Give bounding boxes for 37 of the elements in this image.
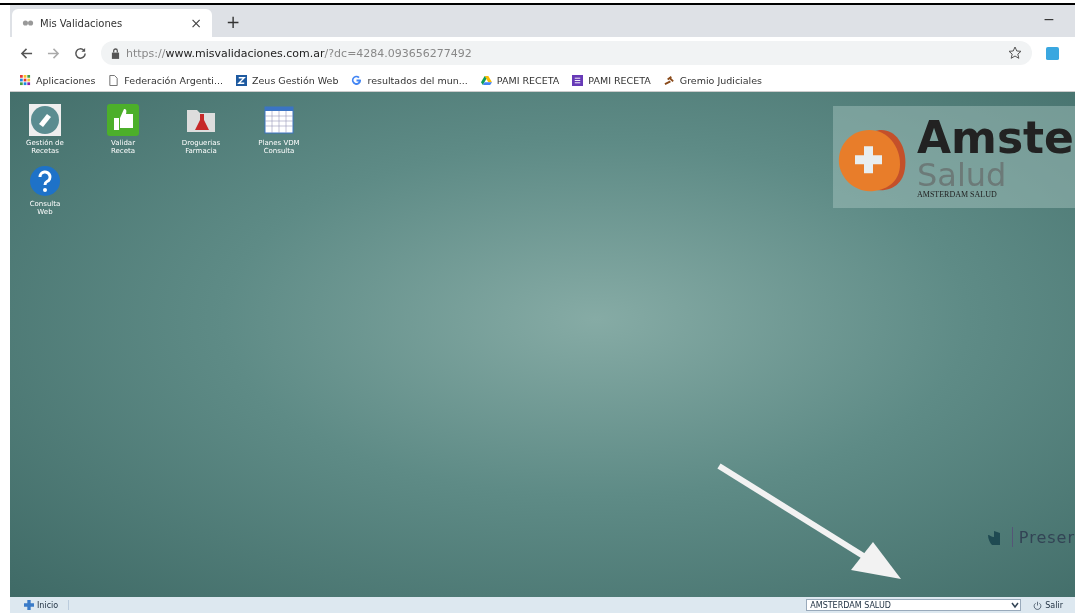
bookmark-link[interactable]: Gremio Judiciales (663, 74, 762, 86)
extension-icon[interactable] (1046, 46, 1059, 60)
reload-icon[interactable] (74, 46, 87, 60)
list-icon (572, 74, 584, 86)
bookmark-link[interactable]: PAMI RECETA (572, 74, 651, 86)
thumbs-up-icon[interactable] (107, 104, 139, 136)
bookmark-link[interactable]: Aplicaciones (20, 74, 96, 86)
bookmark-link[interactable]: Federación Argenti... (108, 74, 223, 86)
bookmark-link[interactable]: Zeus Gestión Web (236, 74, 339, 86)
start-button[interactable]: Inicio (10, 600, 70, 610)
gavel-icon (663, 74, 675, 86)
minimize-button[interactable]: − (1043, 11, 1055, 27)
entity-select[interactable]: AMSTERDAM SALUD (806, 599, 1022, 611)
logo-title: Amste (917, 115, 1074, 160)
close-tab-button[interactable]: × (190, 15, 202, 31)
exit-button[interactable]: Salir (1033, 600, 1063, 610)
eyes-icon (22, 19, 34, 27)
logo-caption: AMSTERDAM SALUD (917, 189, 998, 199)
tab-title: Mis Validaciones (40, 17, 124, 29)
lock-icon (111, 47, 120, 59)
triangle-icon (480, 74, 492, 86)
bookmark-link[interactable]: PAMI RECETA (480, 74, 560, 86)
help-icon[interactable] (29, 165, 61, 197)
plus-icon (24, 600, 34, 610)
letter-tile-icon (236, 74, 247, 86)
address-bar[interactable]: https://www.misvalidaciones.com.ar/?dc=4284.093656277492 (101, 41, 1032, 65)
bookmark-star-icon[interactable] (1008, 46, 1022, 60)
calendar-icon[interactable] (263, 104, 295, 136)
bookmark-link[interactable]: resultados del mun... (351, 74, 468, 86)
new-tab-button[interactable]: + (226, 12, 241, 32)
dropdown-caret-icon (1010, 600, 1021, 610)
apps-grid-icon (20, 74, 31, 86)
back-icon[interactable] (20, 46, 33, 60)
browser-tab[interactable]: Mis Validaciones × (12, 9, 212, 37)
google-icon (351, 74, 363, 86)
power-icon (1033, 600, 1043, 610)
page-icon (108, 74, 120, 86)
